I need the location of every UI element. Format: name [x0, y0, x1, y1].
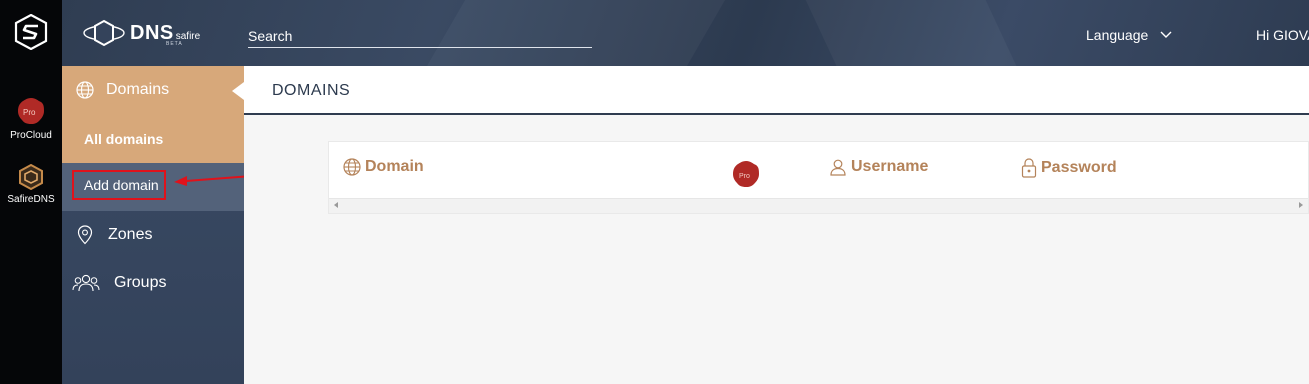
- top-header: DNS safire BETA Language Hi GIOVA: [62, 0, 1309, 66]
- suite-logo-icon[interactable]: [14, 14, 48, 50]
- main-content: DOMAINS Domain Pro Username Password: [244, 66, 1309, 384]
- column-label: Password: [1041, 159, 1117, 176]
- page-title: DOMAINS: [272, 82, 351, 99]
- active-indicator: [232, 82, 244, 100]
- language-label: Language: [1086, 27, 1149, 43]
- language-selector[interactable]: Language: [1086, 27, 1172, 43]
- location-pin-icon: [77, 225, 93, 245]
- globe-icon: [76, 81, 94, 99]
- globe-icon: [343, 158, 361, 176]
- procloud-label: ProCloud: [10, 130, 52, 141]
- sidebar-item-label: Domains: [106, 81, 170, 98]
- scroll-right-arrow-icon[interactable]: [1299, 202, 1303, 208]
- rail-app-procloud[interactable]: Pro ProCloud: [0, 96, 62, 141]
- sidebar-item-groups[interactable]: Groups: [72, 273, 166, 293]
- lock-icon: [1021, 158, 1037, 178]
- header-facet: [791, 0, 1033, 66]
- sidebar-subitem-all-domains[interactable]: All domains: [84, 131, 163, 147]
- sidebar-item-zones[interactable]: Zones: [76, 225, 152, 245]
- scroll-left-arrow-icon[interactable]: [334, 202, 338, 208]
- users-group-icon: [72, 274, 100, 292]
- brand-beta-tag: BETA: [166, 41, 183, 47]
- search-input[interactable]: [248, 26, 592, 46]
- horizontal-scrollbar[interactable]: [329, 198, 1308, 213]
- app-rail: Pro ProCloud SafireDNS: [0, 0, 62, 384]
- page-header: DOMAINS: [244, 66, 1309, 115]
- pro-badge-label: Pro: [739, 173, 750, 180]
- column-header-username[interactable]: Username: [829, 158, 928, 176]
- svg-text:Pro: Pro: [23, 108, 36, 117]
- sidebar-item-domains[interactable]: Domains All domains: [62, 66, 244, 163]
- domains-table: Domain Pro Username Password: [328, 141, 1309, 214]
- column-label: Domain: [365, 158, 424, 175]
- pro-badge-icon: Pro: [733, 161, 759, 187]
- brand-sub: safire: [175, 30, 201, 42]
- rail-app-safiredns[interactable]: SafireDNS: [0, 164, 62, 205]
- sidebar-item-label: Groups: [114, 274, 167, 291]
- column-header-password[interactable]: Password: [1021, 158, 1117, 178]
- sidebar: Domains All domains Add domain Zones Gro…: [62, 66, 244, 384]
- sidebar-item-label: Zones: [108, 226, 153, 243]
- procloud-icon: Pro: [18, 98, 44, 124]
- column-header-domain[interactable]: Domain: [343, 158, 424, 176]
- user-icon: [830, 159, 846, 176]
- chevron-down-icon: [1160, 31, 1172, 38]
- add-domain-label: Add domain: [84, 177, 159, 193]
- safiredns-icon: [19, 164, 43, 190]
- column-label: Username: [851, 158, 929, 175]
- dns-logo-icon: [83, 19, 125, 47]
- search-box[interactable]: [248, 26, 592, 48]
- user-greeting[interactable]: Hi GIOVA: [1256, 27, 1309, 43]
- safiredns-label: SafireDNS: [7, 194, 55, 205]
